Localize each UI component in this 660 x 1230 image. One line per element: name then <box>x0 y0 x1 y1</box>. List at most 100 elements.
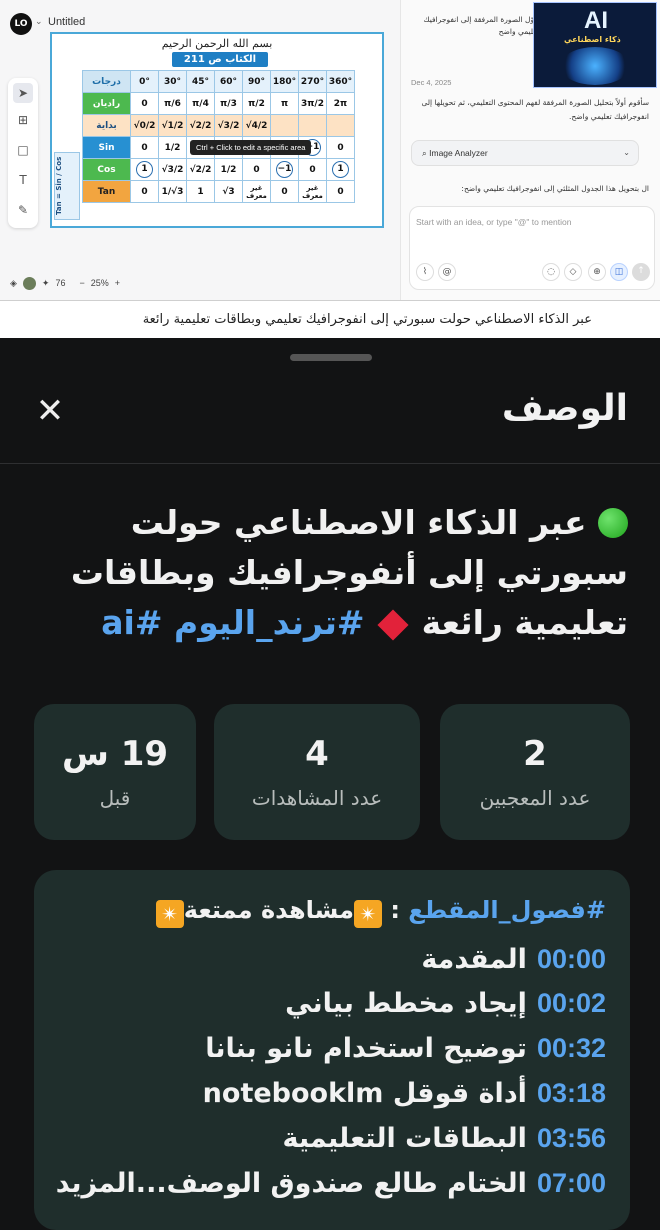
chapters-hashtag[interactable]: #فصول_المقطع <box>408 896 606 924</box>
video-caption: عبر الذكاء الاصطناعي حولت سبورتي إلى انف… <box>0 300 660 338</box>
table-cell: غير معرف <box>298 180 327 203</box>
likes-stat: 2 عدد المعجبين <box>440 704 630 840</box>
brain-glow <box>560 47 630 85</box>
chapter-time[interactable]: 03:56 <box>537 1123 606 1153</box>
table-cell: 270° <box>298 70 327 93</box>
row-header: Cos <box>82 158 131 181</box>
table-cell: غير معرف <box>242 180 271 203</box>
row-header: Tan <box>82 180 131 203</box>
table-cell: 0 <box>326 136 355 159</box>
zoom-in-button[interactable]: + <box>115 278 120 288</box>
circled-value: 1 <box>136 161 153 178</box>
table-cell <box>298 114 327 137</box>
video-headline: عبر الذكاء الاصطناعي حولت سبورتي إلى أنف… <box>28 498 628 648</box>
chapter-time[interactable]: 07:00 <box>537 1168 606 1198</box>
zoom-out-button[interactable]: − <box>79 278 84 288</box>
tool-rail: ➤ ⊞ □ T ✎ <box>8 78 38 228</box>
table-row: راديان 0 π/6 π/4 π/3 π/2 π 3π/2 2π <box>82 92 355 115</box>
mention-icon[interactable]: @ <box>438 263 456 281</box>
table-cell: 0 <box>130 136 159 159</box>
attached-image-thumbnail[interactable]: AI ذكاء اصطناعي <box>533 2 657 88</box>
circled-value: −1 <box>276 161 293 178</box>
chapter-item[interactable]: 00:02 إيجاد مخطط بياني <box>285 988 606 1019</box>
document-title[interactable]: Untitled <box>48 16 85 28</box>
chat-input[interactable]: Start with an idea, or type "@" to menti… <box>409 206 655 290</box>
sparkle-icon[interactable]: ◇ <box>564 263 582 281</box>
table-cell: 360° <box>326 70 355 93</box>
sheet-drag-handle[interactable] <box>290 354 372 361</box>
pen-icon[interactable]: ✎ <box>13 200 33 220</box>
table-cell: 2π <box>326 92 355 115</box>
thumb-ai-text: AI <box>584 7 608 34</box>
table-cell: 1 <box>130 158 159 181</box>
tool-call-card[interactable]: ⌕ Image Analyzer ⌄ <box>411 140 639 166</box>
table-cell: π <box>270 92 299 115</box>
chapter-item[interactable]: 03:18 أداة قوقل notebooklm <box>203 1078 606 1109</box>
credits-count: 76 <box>55 278 66 288</box>
chapter-item[interactable]: 07:00 الختام طالع صندوق الوصف...المزيد <box>56 1168 606 1199</box>
hashtag-links[interactable]: #ترند_اليوم #ai <box>101 603 364 642</box>
send-button[interactable]: ↑ <box>632 263 650 281</box>
globe-icon[interactable]: ⊕ <box>588 263 606 281</box>
edit-tooltip: Ctrl + Click to edit a specific area <box>190 140 312 155</box>
text-tool-icon[interactable]: T <box>13 170 33 190</box>
stat-label: عدد المشاهدات <box>251 786 383 810</box>
table-cell: 90° <box>242 70 271 93</box>
chevron-down-icon[interactable]: ⌄ <box>623 141 630 165</box>
avatar[interactable] <box>22 276 36 290</box>
table-cell: 3π/2 <box>298 92 327 115</box>
message-date: Dec 4, 2025 <box>411 78 452 87</box>
layers-icon[interactable]: ◈ <box>10 278 17 289</box>
row-header: درجات <box>82 70 131 93</box>
attach-icon[interactable]: ⌇ <box>416 263 434 281</box>
table-cell: 30° <box>158 70 187 93</box>
app-logo[interactable]: LO <box>10 13 32 35</box>
chapter-label: البطاقات التعليمية <box>282 1123 527 1154</box>
idea-icon[interactable]: ◌ <box>542 263 560 281</box>
trig-table-image[interactable]: بسم الله الرحمن الرحيم الكتاب ص 211 Tan … <box>50 32 384 228</box>
row-header: بداية <box>82 114 131 137</box>
stat-value: 19 س <box>61 734 169 774</box>
sheet-title: الوصف <box>501 388 628 429</box>
chapter-label: توضيح استخدام نانو بنانا <box>205 1033 527 1064</box>
table-cell: √0/2 <box>130 114 159 137</box>
chapter-item[interactable]: 00:00 المقدمة <box>421 944 606 975</box>
cube-icon[interactable]: ◫ <box>610 263 628 281</box>
chapter-time[interactable]: 00:02 <box>537 988 606 1018</box>
table-cell: 0° <box>130 70 159 93</box>
table-cell: √3/2 <box>214 114 243 137</box>
tool-call-label: Image Analyzer <box>429 148 488 158</box>
table-cell: 1 <box>326 158 355 181</box>
table-cell: √2/2 <box>186 158 215 181</box>
caption-text: عبر الذكاء الاصطناعي حولت سبورتي إلى انف… <box>142 312 592 327</box>
sparkle-icon: ✴ <box>155 900 184 928</box>
rectangle-icon[interactable]: □ <box>13 140 33 160</box>
canvas-area: LO ⌄ Untitled ➤ ⊞ □ T ✎ بسم الله الرحمن … <box>0 0 400 300</box>
chapters-title: مشاهدة ممتعة <box>183 896 354 924</box>
table-cell <box>326 114 355 137</box>
chapters-separator: : <box>390 896 400 924</box>
close-icon[interactable]: ✕ <box>32 394 68 430</box>
book-label: الكتاب ص 211 <box>172 52 268 67</box>
chapter-time[interactable]: 00:32 <box>537 1033 606 1063</box>
chapter-item[interactable]: 03:56 البطاقات التعليمية <box>283 1123 606 1154</box>
table-cell: 0 <box>130 92 159 115</box>
select-cursor-icon[interactable]: ➤ <box>13 83 33 103</box>
table-cell: 0 <box>298 158 327 181</box>
add-frame-icon[interactable]: ⊞ <box>13 110 33 130</box>
description-sheet: ✕ الوصف عبر الذكاء الاصطناعي حولت سبورتي… <box>0 338 660 1230</box>
chapter-label: الختام طالع صندوق الوصف...المزيد <box>55 1168 527 1199</box>
zoom-level[interactable]: 25% <box>91 278 109 288</box>
table-cell: √2/2 <box>186 114 215 137</box>
chapter-time[interactable]: 00:00 <box>537 944 606 974</box>
chapter-item[interactable]: 00:32 توضيح استخدام نانو بنانا <box>205 1033 606 1064</box>
trig-table: درجات 0° 30° 45° 60° 90° 180° 270° 360° … <box>82 70 355 203</box>
chapter-label: أداة قوقل notebooklm <box>202 1078 527 1109</box>
stat-label: عدد المعجبين <box>479 786 591 810</box>
chapter-time[interactable]: 03:18 <box>537 1078 606 1108</box>
views-stat: 4 عدد المشاهدات <box>214 704 420 840</box>
chapter-label: إيجاد مخطط بياني <box>285 988 527 1019</box>
table-row: درجات 0° 30° 45° 60° 90° 180° 270° 360° <box>82 70 355 93</box>
chevron-down-icon[interactable]: ⌄ <box>35 17 43 27</box>
table-cell: π/6 <box>158 92 187 115</box>
